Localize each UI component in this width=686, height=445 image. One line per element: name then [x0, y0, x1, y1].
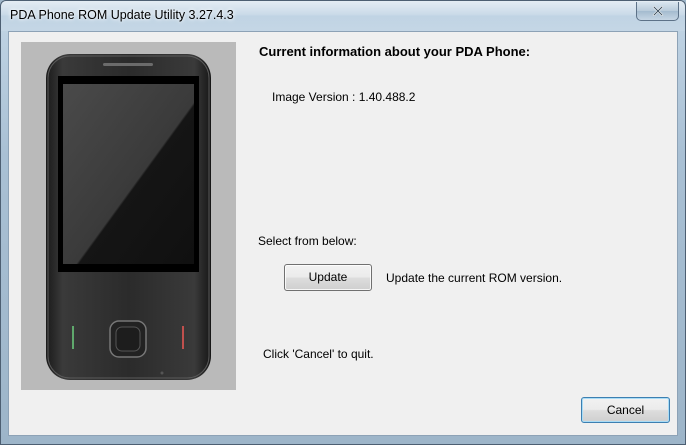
- window-title: PDA Phone ROM Update Utility 3.27.4.3: [10, 8, 234, 22]
- title-bar[interactable]: PDA Phone ROM Update Utility 3.27.4.3: [1, 1, 685, 31]
- info-heading: Current information about your PDA Phone…: [259, 44, 531, 59]
- app-window: PDA Phone ROM Update Utility 3.27.4.3 Cu…: [0, 0, 686, 445]
- close-button[interactable]: [636, 2, 679, 21]
- phone-image-panel: [21, 42, 236, 390]
- quit-hint: Click 'Cancel' to quit.: [263, 347, 374, 361]
- update-description: Update the current ROM version.: [386, 271, 563, 285]
- select-label: Select from below:: [258, 234, 357, 248]
- cancel-button[interactable]: Cancel: [581, 397, 670, 423]
- image-version-text: Image Version : 1.40.488.2: [272, 90, 416, 104]
- close-icon: [652, 5, 663, 17]
- update-button[interactable]: Update: [284, 264, 372, 291]
- dialog-body: Current information about your PDA Phone…: [8, 31, 678, 436]
- phone-image: [46, 54, 211, 380]
